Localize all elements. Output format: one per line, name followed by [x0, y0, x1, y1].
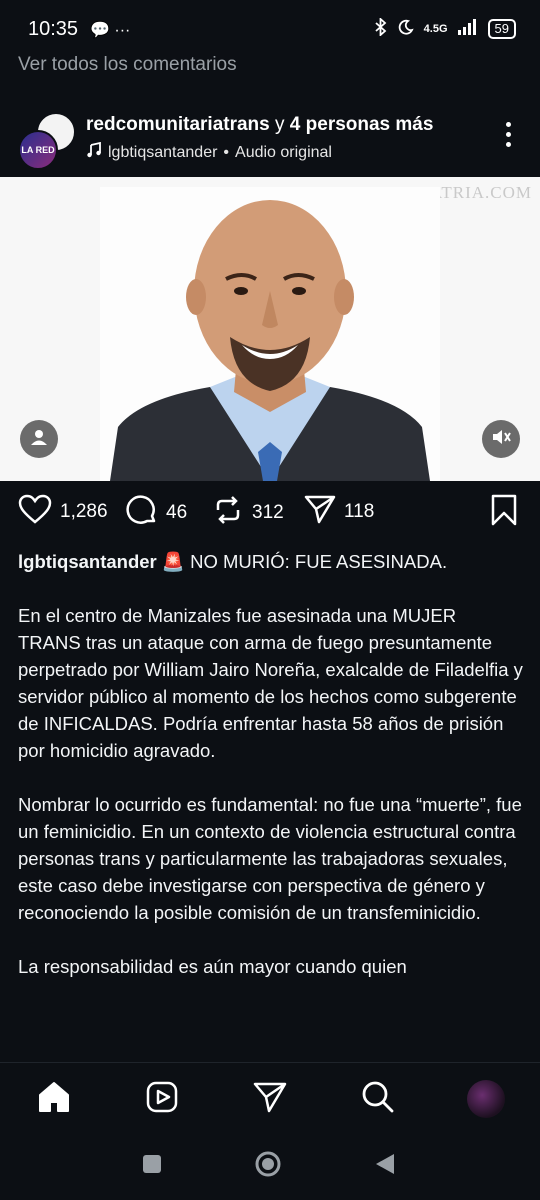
share-count[interactable]: 118 — [344, 501, 374, 523]
avatar: LA RED — [18, 130, 58, 170]
username[interactable]: redcomunitariatrans — [86, 114, 270, 135]
post-actions: 1,286 46 312 118 — [0, 494, 540, 534]
recent-apps-button[interactable] — [142, 1154, 162, 1179]
bluetooth-icon — [374, 16, 388, 39]
nav-reels[interactable] — [142, 1079, 182, 1119]
dot — [505, 142, 511, 147]
network-type: 4.5G — [423, 22, 448, 35]
reels-icon — [145, 1080, 179, 1119]
home-button[interactable] — [254, 1150, 282, 1183]
comment-count[interactable]: 46 — [166, 502, 187, 524]
comment-bubble-icon[interactable] — [126, 494, 158, 532]
nav-home[interactable] — [34, 1079, 74, 1119]
caption-paragraph: Nombrar lo ocurrido es fundamental: no f… — [18, 794, 522, 923]
system-navigation-bar — [0, 1138, 540, 1200]
post-author[interactable]: redcomunitariatrans y 4 personas más — [86, 114, 433, 136]
heart-icon[interactable] — [18, 494, 52, 530]
post-header: LA RED redcomunitariatrans y 4 personas … — [0, 108, 540, 170]
caption-paragraph: La responsabilidad es aún mayor cuando q… — [18, 956, 407, 977]
audio-attribution[interactable]: lgbtiqsantander • Audio original — [86, 141, 332, 163]
post-media[interactable]: LA PATRIA.COM — [0, 177, 540, 481]
like-action[interactable]: 1,286 — [18, 494, 108, 530]
save-action[interactable] — [490, 494, 518, 532]
send-icon[interactable] — [304, 494, 336, 530]
like-count[interactable]: 1,286 — [60, 501, 108, 523]
audio-account: lgbtiqsantander — [108, 143, 218, 161]
caption-paragraph: En el centro de Manizales fue asesinada … — [18, 605, 523, 761]
caption-headline-text: NO MURIÓ: FUE ASESINADA. — [184, 551, 448, 572]
comment-action[interactable]: 46 — [126, 494, 187, 532]
back-button[interactable] — [374, 1152, 396, 1181]
caption-headline: lgbtiqsantander 🚨 NO MURIÓ: FUE ASESINAD… — [18, 548, 523, 575]
siren-emoji: 🚨 — [161, 551, 185, 572]
dot — [505, 132, 511, 137]
post-caption: lgbtiqsantander 🚨 NO MURIÓ: FUE ASESINAD… — [18, 548, 523, 1007]
caption-username[interactable]: lgbtiqsantander — [18, 551, 157, 572]
more-options-button[interactable] — [502, 122, 514, 152]
tagged-user-button[interactable] — [20, 420, 58, 458]
signal-icon — [457, 19, 478, 38]
search-icon — [361, 1080, 395, 1119]
collab-connector: y — [269, 114, 290, 135]
collab-others[interactable]: 4 personas más — [290, 114, 434, 135]
bookmark-icon[interactable] — [490, 494, 518, 532]
status-notification-icons: 💬 ··· — [90, 22, 131, 39]
status-bar: 10:35 💬 ··· 4.5G 59 — [0, 0, 540, 58]
mute-button[interactable] — [482, 420, 520, 458]
send-icon — [253, 1081, 287, 1118]
repost-action[interactable]: 312 — [212, 494, 284, 532]
speaker-muted-icon — [491, 428, 511, 451]
status-time: 10:35 — [28, 18, 79, 40]
repost-count[interactable]: 312 — [252, 502, 284, 524]
music-note-icon — [86, 141, 102, 163]
avatar — [467, 1080, 505, 1118]
nav-messages[interactable] — [250, 1079, 290, 1119]
dot — [505, 122, 511, 127]
status-right-icons: 4.5G 59 — [374, 16, 516, 39]
nav-search[interactable] — [358, 1079, 398, 1119]
dnd-moon-icon — [398, 19, 414, 38]
view-all-comments-link[interactable]: Ver todos los comentarios — [18, 54, 237, 76]
audio-label: Audio original — [235, 143, 332, 161]
audio-separator: • — [223, 143, 230, 161]
repost-icon[interactable] — [212, 494, 244, 532]
bottom-navigation — [0, 1062, 540, 1139]
portrait-photo — [100, 187, 440, 481]
nav-profile[interactable] — [466, 1079, 506, 1119]
user-icon — [30, 428, 48, 451]
share-action[interactable]: 118 — [304, 494, 374, 530]
battery-indicator: 59 — [487, 18, 516, 39]
home-icon — [37, 1080, 71, 1119]
collab-avatars[interactable]: LA RED — [18, 112, 76, 170]
